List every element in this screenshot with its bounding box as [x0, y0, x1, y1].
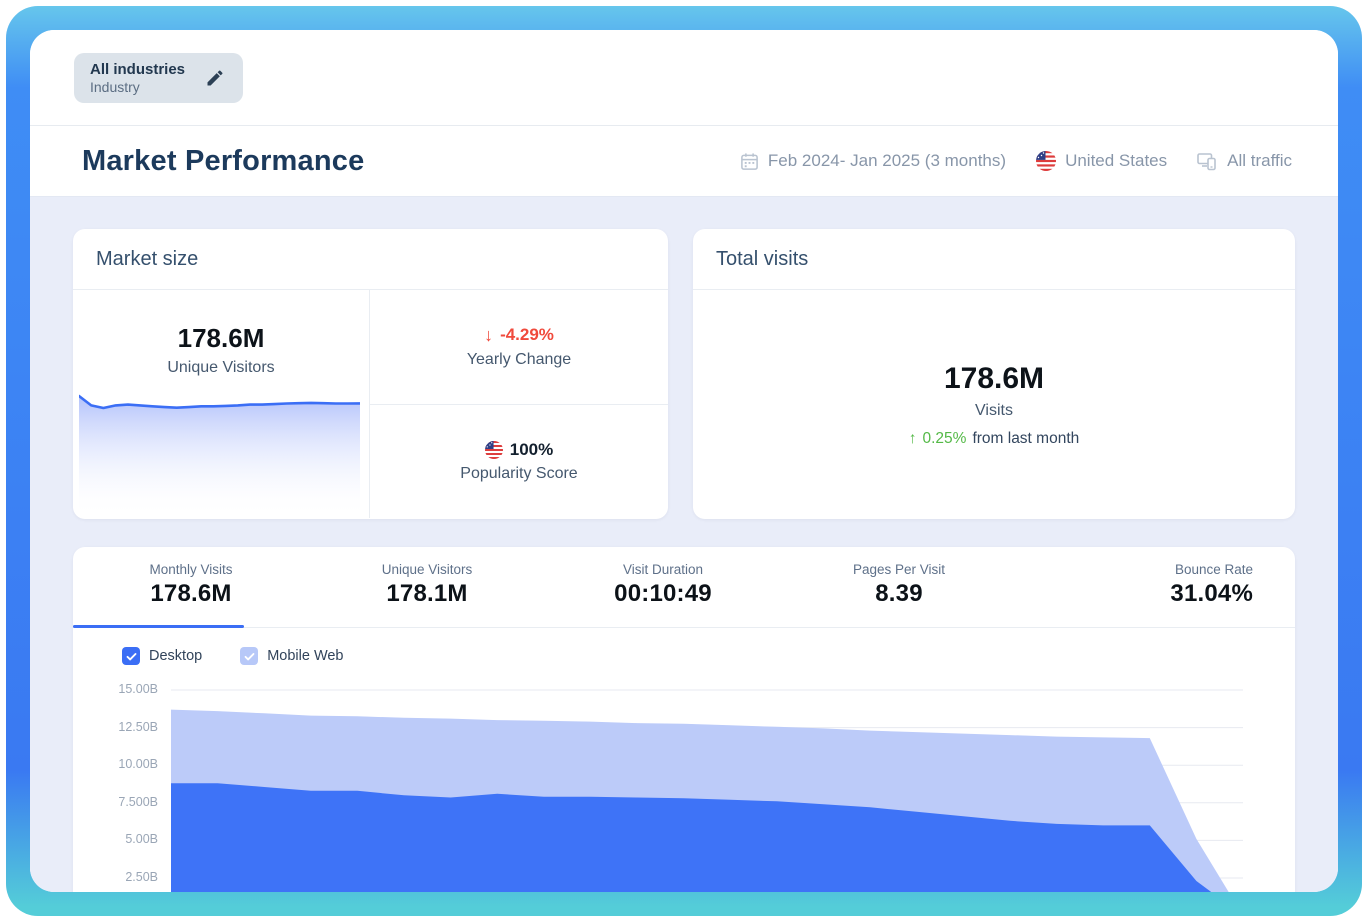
y-axis-tick-label: 5.00B: [91, 832, 158, 846]
summary-cards-row: Market size 178.6M Unique Visitors ↓ -4: [73, 229, 1295, 519]
metric-label: Bounce Rate: [1017, 562, 1253, 577]
total-visits-label: Visits: [975, 402, 1013, 420]
calendar-icon: [740, 152, 759, 171]
traffic-chart-area: 15.00B 12.50B 10.00B 7.500B 5.00B 2.50B: [73, 683, 1295, 892]
traffic-filter[interactable]: All traffic: [1197, 151, 1292, 171]
traffic-label: All traffic: [1227, 151, 1292, 171]
page-header: Market Performance Feb 2024- Jan 2025 (3…: [30, 125, 1338, 196]
unique-visitors-label: Unique Visitors: [73, 359, 369, 377]
popularity-label: Popularity Score: [460, 465, 577, 483]
legend-label: Mobile Web: [267, 648, 343, 664]
yearly-change-value: -4.29%: [500, 325, 554, 345]
total-visits-body: 178.6M Visits ↑ 0.25% from last month: [693, 290, 1295, 519]
date-range-filter[interactable]: Feb 2024- Jan 2025 (3 months): [740, 151, 1006, 171]
industry-filter-chip[interactable]: All industries Industry: [74, 53, 243, 103]
change-percent: 0.25%: [922, 430, 966, 448]
industry-chip-text: All industries Industry: [90, 61, 185, 95]
market-size-card: Market size 178.6M Unique Visitors ↓ -4: [73, 229, 668, 519]
total-visits-card: Total visits 178.6M Visits ↑ 0.25% from …: [693, 229, 1295, 519]
yearly-change-label: Yearly Change: [467, 351, 571, 369]
dashboard-body: Market size 178.6M Unique Visitors ↓ -4: [30, 196, 1338, 892]
metric-label: Visit Duration: [545, 562, 781, 577]
checkbox-icon[interactable]: [240, 647, 258, 665]
market-size-title: Market size: [73, 229, 668, 290]
arrow-down-icon: ↓: [484, 325, 493, 346]
total-visits-value: 178.6M: [944, 362, 1044, 396]
us-flag-icon: [1036, 151, 1056, 171]
traffic-metrics-card: Monthly Visits 178.6MUnique Visitors 178.1…: [73, 547, 1295, 892]
metric-tab-bounce-rate[interactable]: Bounce Rate 31.04%: [1017, 547, 1295, 627]
unique-visitors-sparkline-chart: [79, 391, 360, 518]
active-tab-underline: [73, 625, 244, 628]
total-visits-change: ↑ 0.25% from last month: [909, 430, 1080, 448]
checkbox-icon[interactable]: [122, 647, 140, 665]
market-size-grid: 178.6M Unique Visitors ↓ -4.29% Yearly C…: [73, 290, 668, 518]
industry-chip-value: All industries: [90, 61, 185, 78]
country-label: United States: [1065, 151, 1167, 171]
app-window: All industries Industry Market Performan…: [30, 30, 1338, 892]
industry-chip-label: Industry: [90, 79, 185, 95]
metric-value: 8.39: [781, 580, 1017, 608]
metric-tab-monthly-visits[interactable]: Monthly Visits 178.6M: [73, 547, 309, 627]
y-axis-tick-label: 10.00B: [91, 757, 158, 771]
y-axis-tick-label: 12.50B: [91, 720, 158, 734]
metric-tabs-row: Monthly Visits 178.6MUnique Visitors 178.1…: [73, 547, 1295, 628]
yearly-change-cell: ↓ -4.29% Yearly Change: [370, 290, 668, 405]
edit-pencil-icon[interactable]: [205, 68, 225, 88]
total-visits-title: Total visits: [693, 229, 1295, 290]
y-axis-tick-label: 2.50B: [91, 870, 158, 884]
popularity-value-row: 100%: [485, 440, 553, 460]
arrow-up-icon: ↑: [909, 430, 917, 448]
top-bar: All industries Industry: [30, 30, 1338, 125]
gradient-frame: All industries Industry Market Performan…: [6, 6, 1362, 916]
popularity-value: 100%: [510, 440, 553, 460]
legend-checkbox-desktop[interactable]: Desktop: [122, 647, 202, 665]
us-flag-icon: [485, 441, 503, 459]
page-title: Market Performance: [82, 145, 364, 178]
metric-value: 31.04%: [1017, 580, 1253, 608]
metric-tab-visit-duration[interactable]: Visit Duration 00:10:49: [545, 547, 781, 627]
chart-legend: Desktop Mobile Web: [122, 647, 1295, 665]
unique-visitors-value: 178.6M: [73, 323, 369, 354]
devices-icon: [1197, 152, 1218, 171]
legend-label: Desktop: [149, 648, 202, 664]
change-text: from last month: [972, 430, 1079, 448]
metric-tab-pages-per-visit[interactable]: Pages Per Visit 8.39: [781, 547, 1017, 627]
metric-label: Unique Visitors: [309, 562, 545, 577]
metric-value: 178.6M: [73, 580, 309, 608]
date-range-label: Feb 2024- Jan 2025 (3 months): [768, 151, 1006, 171]
metric-value: 00:10:49: [545, 580, 781, 608]
metric-value: 178.1M: [309, 580, 545, 608]
metric-label: Monthly Visits: [73, 562, 309, 577]
market-size-right-column: ↓ -4.29% Yearly Change 100% Popu: [370, 290, 668, 518]
popularity-score-cell: 100% Popularity Score: [370, 405, 668, 519]
y-axis-tick-label: 15.00B: [91, 682, 158, 696]
header-filters: Feb 2024- Jan 2025 (3 months) United Sta…: [740, 151, 1292, 171]
yearly-change-value-row: ↓ -4.29%: [484, 325, 554, 346]
unique-visitors-cell: 178.6M Unique Visitors: [73, 290, 370, 518]
y-axis-tick-label: 7.500B: [91, 795, 158, 809]
metric-tab-unique-visitors[interactable]: Unique Visitors 178.1M: [309, 547, 545, 627]
stacked-area-chart: [171, 683, 1243, 892]
metric-label: Pages Per Visit: [781, 562, 1017, 577]
legend-checkbox-mobile-web[interactable]: Mobile Web: [240, 647, 343, 665]
country-filter[interactable]: United States: [1036, 151, 1167, 171]
